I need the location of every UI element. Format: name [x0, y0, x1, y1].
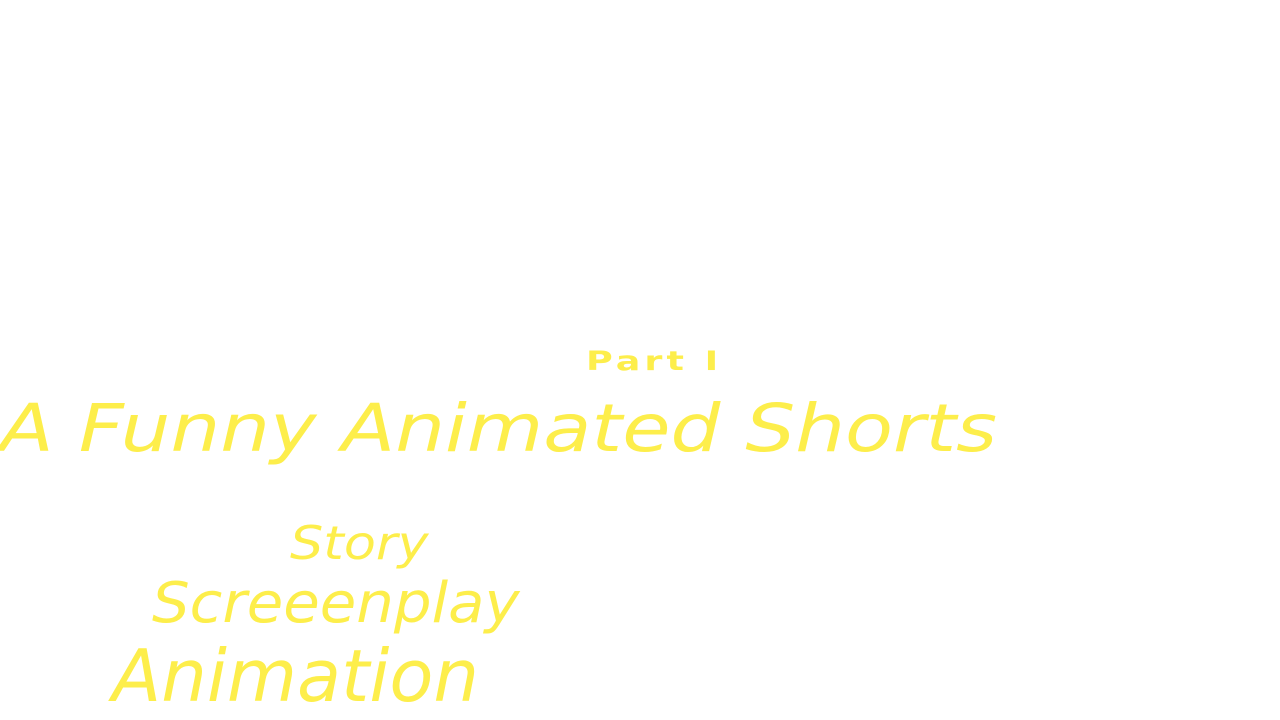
title-card-frame: Part I A Funny Animated Shorts Story Scr…	[0, 0, 1280, 720]
credit-story: Story	[290, 516, 429, 570]
part-label: Part I	[586, 346, 723, 377]
credit-animation: Animation	[112, 634, 480, 718]
credit-screenplay: Screeenplay	[152, 571, 520, 636]
main-title: A Funny Animated Shorts	[0, 390, 998, 467]
